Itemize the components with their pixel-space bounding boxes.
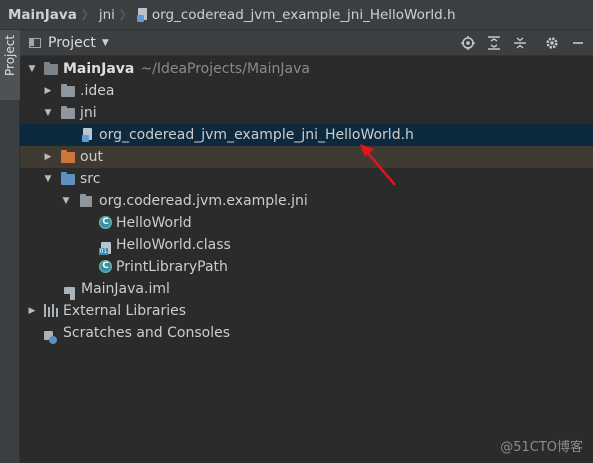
tree-item-scratches[interactable]: Scratches and Consoles [20, 322, 593, 344]
tree-item-helloworld-class[interactable]: 01 HelloWorld.class [20, 234, 593, 256]
tree-item-mainjava[interactable]: ▼ MainJava ~/IdeaProjects/MainJava [20, 58, 593, 80]
breadcrumb-file[interactable]: org_coderead_jvm_example_jni_HelloWorld.… [136, 6, 456, 23]
c-header-file-icon [82, 128, 96, 142]
tree-item-label: External Libraries [63, 303, 186, 319]
project-panel-header: Project ▼ [20, 30, 593, 56]
annotation-arrow-icon [360, 144, 396, 186]
folder-icon [61, 106, 75, 120]
tree-item-label: jni [80, 105, 97, 121]
project-tool-tab[interactable]: Project [0, 30, 20, 100]
dropdown-caret-icon[interactable]: ▼ [102, 38, 109, 48]
package-icon [80, 194, 94, 208]
chevron-down-icon[interactable]: ▼ [27, 64, 37, 74]
tree-item-label: PrintLibraryPath [116, 259, 228, 275]
class-file-icon: 01 [99, 242, 112, 256]
minimize-icon[interactable] [569, 34, 587, 52]
project-view-selector[interactable]: Project [48, 35, 96, 51]
java-class-icon: C [99, 216, 112, 229]
tree-item-external-libraries[interactable]: ▶ External Libraries [20, 300, 593, 322]
module-file-icon [64, 286, 75, 300]
chevron-down-icon[interactable]: ▼ [43, 174, 53, 184]
tree-item-helloworld[interactable]: C HelloWorld [20, 212, 593, 234]
java-class-icon: C [99, 260, 112, 273]
chevron-right-icon: 〉 [119, 8, 132, 22]
watermark: @51CTO博客 [500, 440, 583, 455]
locate-icon[interactable] [459, 34, 477, 52]
libraries-icon [44, 304, 58, 317]
tree-item-label: HelloWorld [116, 215, 192, 231]
folder-icon [61, 84, 75, 98]
chevron-right-icon: 〉 [81, 8, 94, 22]
project-tool-tab-label: Project [3, 34, 17, 76]
chevron-down-icon[interactable]: ▼ [61, 196, 71, 206]
excluded-folder-icon [61, 150, 75, 164]
tree-item-label: .idea [80, 83, 115, 99]
chevron-right-icon[interactable]: ▶ [43, 152, 53, 162]
scratches-icon [44, 330, 58, 344]
tree-item-iml[interactable]: MainJava.iml [20, 278, 593, 300]
breadcrumb-folder[interactable]: jni [99, 7, 115, 23]
project-view-icon [29, 37, 41, 48]
tree-item-label: out [80, 149, 103, 165]
collapse-all-icon[interactable] [511, 34, 529, 52]
chevron-right-icon[interactable]: ▶ [27, 306, 37, 316]
project-name: MainJava [63, 61, 135, 77]
tree-item-label: MainJava.iml [81, 281, 170, 297]
tree-item-out[interactable]: ▶ out [20, 146, 593, 168]
tree-item-printlibrarypath[interactable]: C PrintLibraryPath [20, 256, 593, 278]
breadcrumb-file-label: org_coderead_jvm_example_jni_HelloWorld.… [151, 6, 456, 23]
tree-item-package[interactable]: ▼ org.coderead.jvm.example.jni [20, 190, 593, 212]
breadcrumb: MainJava 〉 jni 〉 org_coderead_jvm_exampl… [0, 0, 593, 30]
gear-icon[interactable] [543, 34, 561, 52]
tree-item-src[interactable]: ▼ src [20, 168, 593, 190]
tree-item-label: org.coderead.jvm.example.jni [99, 193, 308, 209]
folder-icon [44, 62, 58, 76]
breadcrumb-project[interactable]: MainJava [0, 7, 77, 23]
c-header-file-icon [136, 7, 149, 22]
panel-toolbar [451, 30, 587, 56]
tree-item-label: src [80, 171, 101, 187]
tree-item-jni[interactable]: ▼ jni [20, 102, 593, 124]
chevron-right-icon[interactable]: ▶ [43, 86, 53, 96]
tree-item-idea[interactable]: ▶ .idea [20, 80, 593, 102]
tree-item-label: Scratches and Consoles [63, 325, 230, 341]
tree-item-label: MainJava ~/IdeaProjects/MainJava [63, 61, 310, 77]
tree-item-label: HelloWorld.class [116, 237, 231, 253]
project-path: ~/IdeaProjects/MainJava [140, 61, 310, 77]
expand-all-icon[interactable] [485, 34, 503, 52]
tree-item-header-file[interactable]: org_coderead_jvm_example_jni_HelloWorld.… [20, 124, 593, 146]
source-folder-icon [61, 172, 75, 186]
chevron-down-icon[interactable]: ▼ [43, 108, 53, 118]
tool-window-stripe: Project [0, 30, 20, 463]
